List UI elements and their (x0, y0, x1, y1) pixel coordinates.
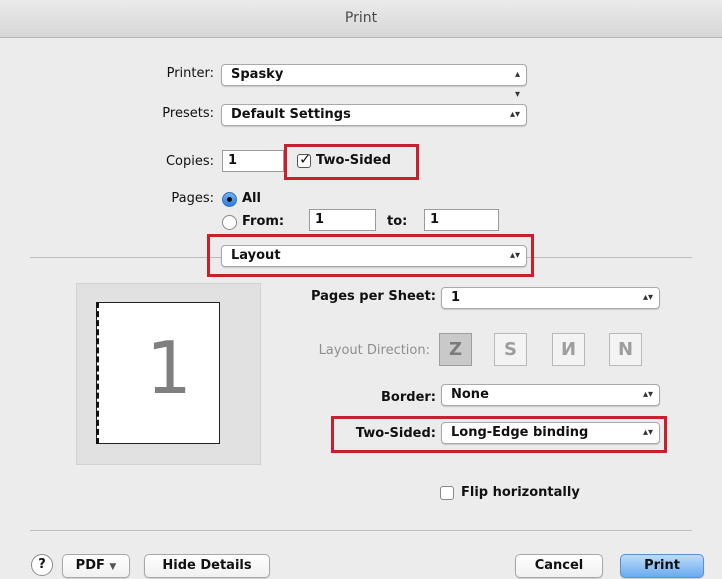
printer-select[interactable]: Spasky ▴ ▾ (221, 64, 527, 100)
updown-arrows-icon: ▴▾ (642, 292, 653, 303)
two-sided-label: Two-Sided (316, 153, 392, 168)
updown-arrows-icon: ▴▾ (514, 69, 520, 100)
border-select[interactable]: None ▴▾ (441, 384, 660, 406)
border-label: Border: (381, 390, 436, 405)
flip-horizontally-label: Flip horizontally (461, 485, 580, 500)
printer-label: Printer: (166, 66, 214, 81)
two-sided-checkbox[interactable]: ✓ (297, 150, 312, 168)
pages-per-sheet-label: Pages per Sheet: (310, 289, 436, 304)
chevron-down-icon: ▼ (109, 562, 117, 572)
pages-all-label: All (242, 191, 261, 206)
binding-select[interactable]: Long-Edge binding ▴▾ (441, 422, 660, 444)
help-icon[interactable]: ? (31, 554, 53, 576)
pages-from-value: 1 (315, 212, 325, 227)
pages-from-label: From: (242, 214, 285, 229)
n-order-icon[interactable]: И (552, 333, 585, 366)
updown-arrows-icon: ▴▾ (509, 250, 520, 261)
printer-value: Spasky (231, 67, 284, 82)
pages-per-sheet-select[interactable]: 1 ▴▾ (441, 287, 660, 309)
pages-to-input[interactable]: 1 (424, 209, 499, 231)
pages-all-radio[interactable] (222, 192, 237, 207)
copies-label: Copies: (165, 154, 214, 169)
reverse-n-order-icon[interactable]: N (609, 333, 642, 366)
presets-value: Default Settings (231, 107, 351, 122)
hide-details-button[interactable]: Hide Details (144, 554, 270, 578)
section-select[interactable]: Layout ▴▾ (221, 245, 527, 267)
copies-value: 1 (228, 153, 238, 168)
binding-label: Two-Sided: (355, 426, 436, 441)
binding-edge (96, 302, 99, 444)
preview-page-number: 1 (146, 326, 192, 410)
updown-arrows-icon: ▴▾ (509, 109, 520, 120)
presets-select[interactable]: Default Settings ▴▾ (221, 104, 527, 126)
cancel-button[interactable]: Cancel (515, 554, 603, 578)
pages-per-sheet-value: 1 (451, 290, 461, 305)
pages-label: Pages: (171, 191, 214, 206)
print-button[interactable]: Print (620, 554, 704, 578)
window-title: Print (0, 0, 722, 38)
pdf-menu-button[interactable]: PDF ▼ (62, 554, 130, 578)
section-value: Layout (231, 248, 281, 263)
pages-to-value: 1 (430, 212, 440, 227)
pages-from-input[interactable]: 1 (309, 209, 376, 231)
pdf-label: PDF (75, 558, 105, 573)
layout-direction-label: Layout Direction: (318, 343, 430, 358)
border-value: None (451, 387, 489, 402)
footer-divider (30, 530, 692, 531)
updown-arrows-icon: ▴▾ (642, 427, 653, 438)
copies-input[interactable]: 1 (222, 150, 284, 172)
presets-label: Presets: (162, 106, 214, 121)
checkmark-icon: ✓ (299, 150, 312, 168)
pages-to-label: to: (387, 214, 408, 229)
updown-arrows-icon: ▴▾ (642, 389, 653, 400)
z-order-icon[interactable]: Z (439, 333, 472, 366)
pages-from-radio[interactable] (222, 215, 237, 230)
binding-value: Long-Edge binding (451, 425, 589, 440)
flip-horizontally-checkbox[interactable] (440, 486, 454, 500)
reverse-z-order-icon[interactable]: S (494, 333, 527, 366)
